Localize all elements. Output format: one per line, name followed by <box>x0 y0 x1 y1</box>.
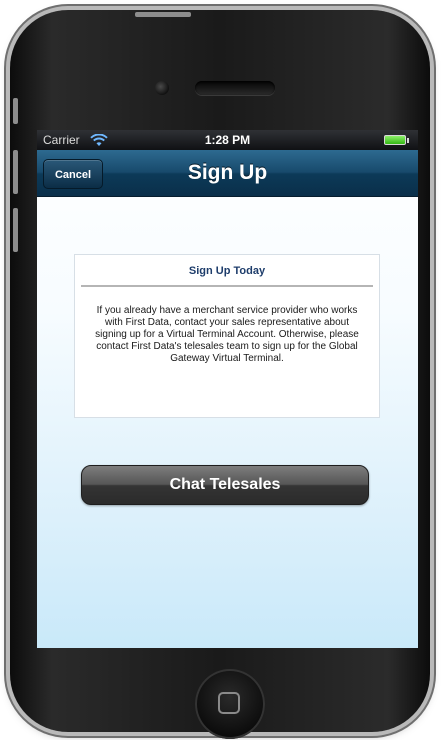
clock: 1:28 PM <box>204 133 251 147</box>
home-square-icon <box>218 692 240 714</box>
app-screen: Carrier 1:28 PM Cancel Sign Up Sign Up T… <box>37 130 418 648</box>
front-camera <box>155 81 169 95</box>
card-body-text: If you already have a merchant service p… <box>95 305 359 364</box>
volume-down-button <box>13 208 18 252</box>
chat-telesales-button[interactable]: Chat Telesales <box>81 465 369 505</box>
silent-switch <box>13 98 18 124</box>
navigation-bar: Cancel Sign Up <box>37 150 418 197</box>
status-bar: Carrier 1:28 PM <box>37 130 418 150</box>
home-button[interactable] <box>195 669 265 739</box>
sign-up-info-card: Sign Up Today If you already have a merc… <box>74 254 380 418</box>
volume-up-button <box>13 150 18 194</box>
card-title: Sign Up Today <box>188 265 266 277</box>
power-button <box>135 12 191 17</box>
earpiece-speaker <box>195 81 275 95</box>
battery-icon <box>384 135 409 145</box>
page-title: Sign Up <box>187 161 268 184</box>
card-divider <box>81 285 373 287</box>
